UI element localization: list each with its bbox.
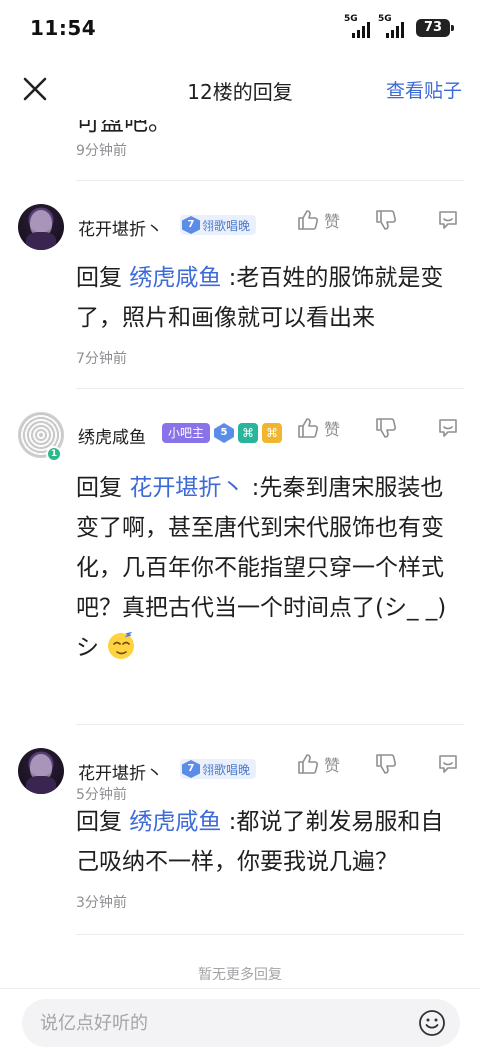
sleepy-emoji-icon (108, 631, 135, 659)
reply-body: 回复 绣虎咸鱼 :都说了剃发易服和自己吸纳不一样，你要我说几遍？ (76, 809, 444, 875)
like-button[interactable]: 赞 (296, 208, 340, 232)
reply-body: 回复 花开堪折丶 :先秦到唐宋服装也变了啊，甚至唐代到宋代服饰也有变化，几百年你… (76, 475, 447, 661)
reply-actions: 赞 (296, 208, 460, 232)
nav-header: 12楼的回复 查看贴子 (0, 58, 480, 120)
thumbs-down-icon (376, 210, 397, 230)
previous-reply-time: 9分钟前 (76, 143, 127, 159)
honor-badge: ⌘ (238, 423, 259, 443)
divider (76, 180, 464, 181)
comment-icon (439, 419, 457, 437)
reply-time: 7分钟前 (76, 351, 127, 367)
reply-actions: 赞 (296, 416, 460, 440)
divider (76, 388, 464, 389)
reply-list: 可盘吧。 9分钟前 花开堪折丶 7 翎歌唱晚 赞 回复 绣虎咸鱼:老百姓的服饰… (0, 100, 480, 988)
reply-input-container (22, 999, 460, 1047)
user-badges: 7 翎歌唱晚 (180, 759, 257, 779)
level-badge: 5 (214, 423, 235, 443)
reply-input-bar (0, 988, 480, 1056)
divider (76, 934, 464, 935)
comment-button[interactable] (436, 752, 460, 776)
mention-link[interactable]: 花开堪折丶 (129, 475, 244, 501)
view-post-link[interactable]: 查看贴子 (386, 76, 462, 103)
username[interactable]: 花开堪折丶 (78, 215, 163, 240)
thumbs-up-icon (298, 754, 319, 774)
dislike-button[interactable] (374, 208, 398, 232)
status-bar: 11:54 5G 5G 73 (0, 0, 480, 58)
divider (76, 724, 464, 725)
thumbs-up-icon (298, 418, 319, 438)
user-badges: 7 翎歌唱晚 (180, 215, 257, 235)
role-badge: 小吧主 (162, 423, 211, 443)
battery-icon: 73 (416, 19, 454, 37)
thumbs-down-icon (376, 418, 397, 438)
comment-icon (439, 755, 457, 773)
reply-input[interactable] (40, 999, 400, 1047)
comment-button[interactable] (436, 416, 460, 440)
username[interactable]: 绣虎咸鱼 (78, 423, 146, 448)
avatar[interactable] (18, 748, 64, 794)
like-button[interactable]: 赞 (296, 416, 340, 440)
thumbs-down-icon (376, 754, 397, 774)
dislike-button[interactable] (374, 752, 398, 776)
level-badge: 7 翎歌唱晚 (180, 215, 257, 235)
avatar[interactable] (18, 204, 64, 250)
thumbs-up-icon (298, 210, 319, 230)
honor-badge: ⌘ (262, 423, 283, 443)
avatar-level-badge: 1 (46, 446, 62, 462)
dislike-button[interactable] (374, 416, 398, 440)
emoji-icon (419, 1010, 445, 1036)
level-badge: 7 翎歌唱晚 (180, 759, 257, 779)
username[interactable]: 花开堪折丶 (78, 759, 163, 784)
emoji-button[interactable] (418, 1009, 446, 1037)
reply-body: 回复 绣虎咸鱼 :老百姓的服饰就是变了，照片和画像就可以看出来 (76, 265, 444, 331)
reply-time: 3分钟前 (76, 895, 127, 911)
status-time: 11:54 (30, 16, 97, 40)
like-button[interactable]: 赞 (296, 752, 340, 776)
reply-time: 5分钟前 (76, 787, 127, 803)
user-badges: 小吧主 5 ⌘ ⌘ (162, 423, 283, 443)
comment-button[interactable] (436, 208, 460, 232)
mention-link[interactable]: 绣虎咸鱼 (129, 265, 221, 291)
mention-link[interactable]: 绣虎咸鱼 (129, 809, 221, 835)
reply-actions: 赞 (296, 752, 460, 776)
comment-icon (439, 211, 457, 229)
no-more-replies: 暂无更多回复 (198, 967, 282, 983)
